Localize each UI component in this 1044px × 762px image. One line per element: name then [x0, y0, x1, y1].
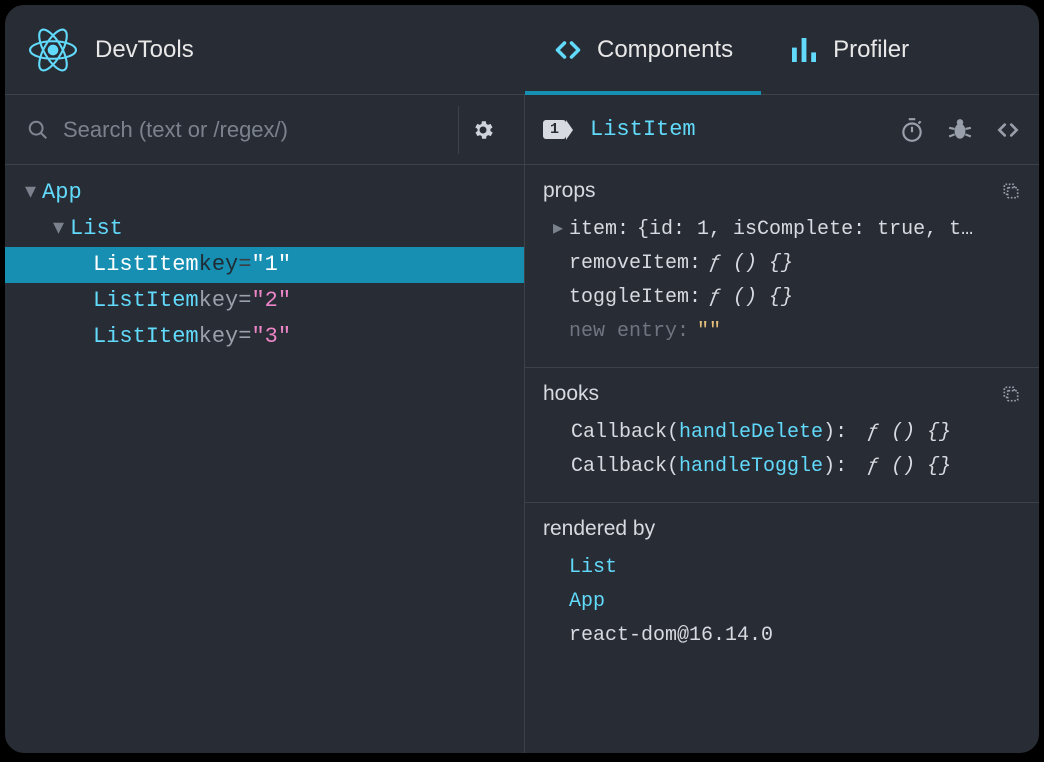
profiler-icon [789, 37, 819, 63]
left-panel: ▾App ▾List ListItem key="1" ListItem key… [5, 95, 525, 753]
devtools-window: DevTools Components Profiler [4, 4, 1040, 754]
copy-icon[interactable] [1001, 181, 1021, 201]
prop-key: item [569, 213, 617, 247]
hook-name: Callback [571, 455, 667, 478]
tab-label: Components [597, 36, 733, 64]
section-head: hooks [543, 382, 1021, 406]
prop-item[interactable]: ▸item:{id: 1, isComplete: true, t… [543, 213, 1021, 247]
detail-header: 1 ListItem [525, 95, 1039, 165]
tab-profiler[interactable]: Profiler [761, 5, 937, 94]
props-section: props ▸item:{id: 1, isComplete: true, t…… [525, 165, 1039, 368]
rendered-by-row: react-dom@16.14.0 [543, 619, 1021, 653]
key-badge: 1 [543, 120, 566, 139]
caret-down-icon: ▾ [25, 175, 36, 211]
rendered-text: react-dom@16.14.0 [569, 624, 773, 647]
key-label: key [199, 283, 239, 319]
component-name: ListItem [93, 319, 199, 355]
section-head: props [543, 179, 1021, 203]
bug-icon[interactable] [947, 117, 973, 143]
rendered-link[interactable]: App [569, 590, 605, 613]
titlebar: DevTools Components Profiler [5, 5, 1039, 95]
tree-row-listitem[interactable]: ListItem key="3" [5, 319, 524, 355]
app-title: DevTools [95, 36, 194, 64]
tree-row-app[interactable]: ▾App [5, 175, 524, 211]
component-name: List [70, 211, 123, 247]
components-icon [553, 37, 583, 63]
code-icon[interactable] [995, 117, 1021, 143]
equals: = [238, 247, 251, 283]
component-name: App [42, 175, 82, 211]
tree-row-list[interactable]: ▾List [5, 211, 524, 247]
hook-name: Callback [571, 421, 667, 444]
copy-icon[interactable] [1001, 384, 1021, 404]
equals: = [238, 319, 251, 355]
logo-area: DevTools [5, 26, 525, 74]
section-title: hooks [543, 382, 599, 406]
prop-removeitem[interactable]: removeItem:ƒ () {} [543, 247, 1021, 281]
key-value: "3" [251, 319, 291, 355]
hook-row[interactable]: Callback(handleDelete): ƒ () {} [543, 416, 1021, 450]
tree-row-listitem[interactable]: ListItem key="2" [5, 283, 524, 319]
rendered-link[interactable]: List [569, 556, 617, 579]
prop-toggleitem[interactable]: toggleItem:ƒ () {} [543, 281, 1021, 315]
hook-row[interactable]: Callback(handleToggle): ƒ () {} [543, 450, 1021, 484]
prop-key: removeItem [569, 247, 689, 281]
detail-title: ListItem [590, 117, 877, 142]
tab-components[interactable]: Components [525, 5, 761, 94]
section-title: rendered by [543, 517, 655, 541]
key-value: "1" [251, 247, 291, 283]
hooks-section: hooks Callback(handleDelete): ƒ () {} Ca… [525, 368, 1039, 503]
hook-value: ƒ () {} [867, 455, 951, 478]
prop-key: new entry [569, 315, 677, 349]
section-head: rendered by [543, 517, 1021, 541]
prop-value: "" [697, 315, 721, 349]
key-label: key [199, 247, 239, 283]
body: ▾App ▾List ListItem key="1" ListItem key… [5, 95, 1039, 753]
gear-icon [471, 118, 495, 142]
equals: = [238, 283, 251, 319]
rendered-by-row[interactable]: App [543, 585, 1021, 619]
tree-row-listitem[interactable]: ListItem key="1" [5, 247, 524, 283]
hook-value: ƒ () {} [867, 421, 951, 444]
search-input[interactable] [63, 117, 452, 143]
section-title: props [543, 179, 596, 203]
search-icon [27, 119, 49, 141]
hook-arg: handleDelete [679, 421, 823, 444]
react-logo-icon [29, 26, 77, 74]
stopwatch-icon[interactable] [899, 117, 925, 143]
hook-arg: handleToggle [679, 455, 823, 478]
rendered-by-row[interactable]: List [543, 551, 1021, 585]
component-name: ListItem [93, 283, 199, 319]
detail-panel: 1 ListItem props ▸item:{id: 1, isComplet… [525, 95, 1039, 753]
prop-value: {id: 1, isComplete: true, t… [637, 213, 973, 247]
caret-right-icon: ▸ [553, 213, 569, 247]
caret-down-icon: ▾ [53, 211, 64, 247]
settings-button[interactable] [458, 106, 506, 154]
prop-new-entry[interactable]: new entry:"" [543, 315, 1021, 349]
prop-value: ƒ () {} [709, 247, 793, 281]
tab-label: Profiler [833, 36, 909, 64]
tabs: Components Profiler [525, 5, 937, 94]
component-tree: ▾App ▾List ListItem key="1" ListItem key… [5, 165, 524, 365]
key-value: "2" [251, 283, 291, 319]
prop-value: ƒ () {} [709, 281, 793, 315]
prop-key: toggleItem [569, 281, 689, 315]
component-name: ListItem [93, 247, 199, 283]
rendered-by-section: rendered by List App react-dom@16.14.0 [525, 503, 1039, 671]
key-label: key [199, 319, 239, 355]
search-row [5, 95, 524, 165]
